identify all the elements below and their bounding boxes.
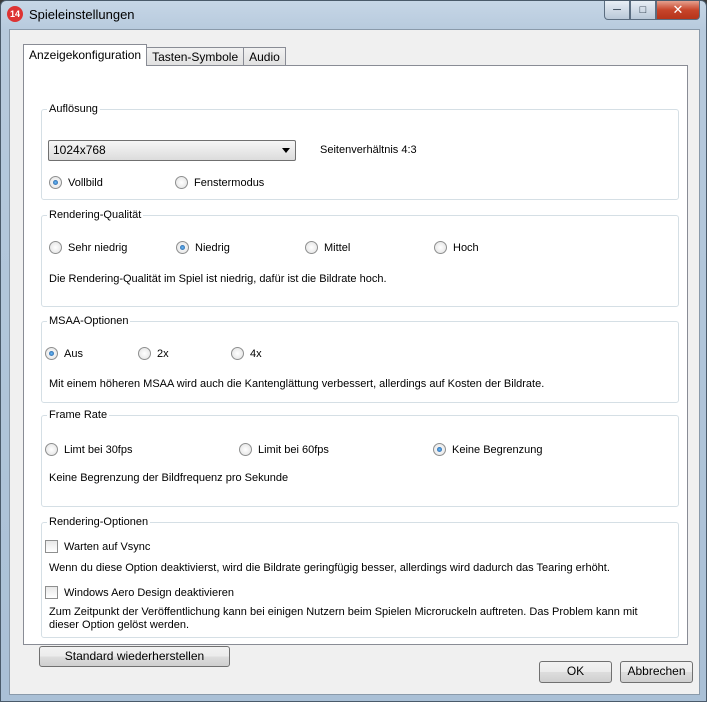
radio-indicator-checked xyxy=(433,443,446,456)
msaa-description: Mit einem höheren MSAA wird auch die Kan… xyxy=(49,378,545,390)
app-icon: 14 xyxy=(7,6,23,22)
quality-description: Die Rendering-Qualität im Spiel ist nied… xyxy=(49,273,387,285)
checkbox-box xyxy=(45,540,58,553)
quality-legend: Rendering-Qualität xyxy=(47,208,144,222)
radio-limit-60fps[interactable]: Limit bei 60fps xyxy=(239,443,329,456)
close-button[interactable]: ✕ xyxy=(656,1,700,20)
settings-window: 14 Spieleinstellungen ─ □ ✕ Anzeigekonfi… xyxy=(0,0,707,702)
radio-indicator xyxy=(231,347,244,360)
checkbox-label: Warten auf Vsync xyxy=(64,540,151,553)
radio-label: Limit bei 60fps xyxy=(258,443,329,456)
radio-label: Hoch xyxy=(453,241,479,254)
framerate-group: Frame Rate Limt bei 30fps Limit bei 60fp… xyxy=(41,408,679,507)
radio-indicator xyxy=(434,241,447,254)
dropdown-arrow-icon xyxy=(282,148,290,153)
radio-label: Keine Begrenzung xyxy=(452,443,543,456)
radio-quality-very-low[interactable]: Sehr niedrig xyxy=(49,241,127,254)
resolution-group: Auflösung 1024x768 Seitenverhältnis 4:3 … xyxy=(41,102,679,200)
aspect-ratio-label: Seitenverhältnis 4:3 xyxy=(320,144,417,156)
tab-key-symbols[interactable]: Tasten-Symbole xyxy=(146,47,245,66)
minimize-icon: ─ xyxy=(613,4,621,16)
radio-indicator xyxy=(239,443,252,456)
framerate-description: Keine Begrenzung der Bildfrequenz pro Se… xyxy=(49,472,289,484)
maximize-icon: □ xyxy=(639,4,647,16)
radio-label: Limt bei 30fps xyxy=(64,443,133,456)
checkbox-vsync[interactable]: Warten auf Vsync xyxy=(45,540,150,553)
quality-group: Rendering-Qualität Sehr niedrig Niedrig … xyxy=(41,208,679,307)
msaa-group: MSAA-Optionen Aus 2x 4x Mit einem höhere… xyxy=(41,314,679,403)
radio-indicator-checked xyxy=(176,241,189,254)
radio-no-limit[interactable]: Keine Begrenzung xyxy=(433,443,543,456)
radio-label: 2x xyxy=(157,347,169,360)
radio-indicator-checked xyxy=(45,347,58,360)
close-icon: ✕ xyxy=(672,2,684,17)
radio-quality-low[interactable]: Niedrig xyxy=(176,241,230,254)
radio-label: Niedrig xyxy=(195,241,230,254)
tab-display-config[interactable]: Anzeigekonfiguration xyxy=(23,44,148,66)
radio-msaa-2x[interactable]: 2x xyxy=(138,347,169,360)
tab-panel-display: Auflösung 1024x768 Seitenverhältnis 4:3 … xyxy=(23,65,688,667)
radio-quality-medium[interactable]: Mittel xyxy=(305,241,350,254)
radio-label: Mittel xyxy=(324,241,351,254)
cancel-button[interactable]: Abbrechen xyxy=(620,661,693,683)
radio-label: Sehr niedrig xyxy=(68,241,128,254)
resolution-dropdown[interactable]: 1024x768 xyxy=(48,140,296,161)
radio-indicator xyxy=(305,241,318,254)
radio-fullscreen[interactable]: Vollbild xyxy=(49,176,103,189)
radio-label: Fenstermodus xyxy=(194,176,265,189)
framerate-legend: Frame Rate xyxy=(47,408,110,422)
msaa-legend: MSAA-Optionen xyxy=(47,314,131,328)
minimize-button[interactable]: ─ xyxy=(604,1,630,20)
radio-indicator xyxy=(175,176,188,189)
checkbox-label: Windows Aero Design deaktivieren xyxy=(64,586,234,599)
radio-msaa-off[interactable]: Aus xyxy=(45,347,83,360)
resolution-value: 1024x768 xyxy=(53,143,106,157)
radio-indicator xyxy=(138,347,151,360)
radio-windowed[interactable]: Fenstermodus xyxy=(175,176,264,189)
radio-limit-30fps[interactable]: Limt bei 30fps xyxy=(45,443,132,456)
dialog-client-area: Anzeigekonfiguration Tasten-Symbole Audi… xyxy=(9,29,700,695)
radio-indicator xyxy=(49,241,62,254)
radio-label: Aus xyxy=(64,347,83,360)
checkbox-aero[interactable]: Windows Aero Design deaktivieren xyxy=(45,586,234,599)
ok-button[interactable]: OK xyxy=(539,661,612,683)
window-title: Spieleinstellungen xyxy=(29,7,135,22)
aero-description: Zum Zeitpunkt der Veröffentlichung kann … xyxy=(49,606,638,631)
resolution-legend: Auflösung xyxy=(47,102,100,116)
checkbox-box xyxy=(45,586,58,599)
radio-label: Vollbild xyxy=(68,176,103,189)
tab-strip: Anzeigekonfiguration Tasten-Symbole Audi… xyxy=(23,44,286,66)
reset-defaults-button[interactable]: Standard wiederherstellen xyxy=(39,646,230,667)
rendering-options-group: Rendering-Optionen Warten auf Vsync Wenn… xyxy=(41,515,679,638)
maximize-button[interactable]: □ xyxy=(630,1,656,20)
radio-label: 4x xyxy=(250,347,262,360)
title-bar[interactable]: 14 Spieleinstellungen ─ □ ✕ xyxy=(1,1,706,29)
radio-msaa-4x[interactable]: 4x xyxy=(231,347,262,360)
radio-indicator xyxy=(45,443,58,456)
radio-quality-high[interactable]: Hoch xyxy=(434,241,479,254)
rendering-options-legend: Rendering-Optionen xyxy=(47,515,151,529)
radio-indicator-checked xyxy=(49,176,62,189)
vsync-description: Wenn du diese Option deaktivierst, wird … xyxy=(49,562,610,574)
tab-audio[interactable]: Audio xyxy=(243,47,286,66)
window-controls: ─ □ ✕ xyxy=(604,1,700,20)
